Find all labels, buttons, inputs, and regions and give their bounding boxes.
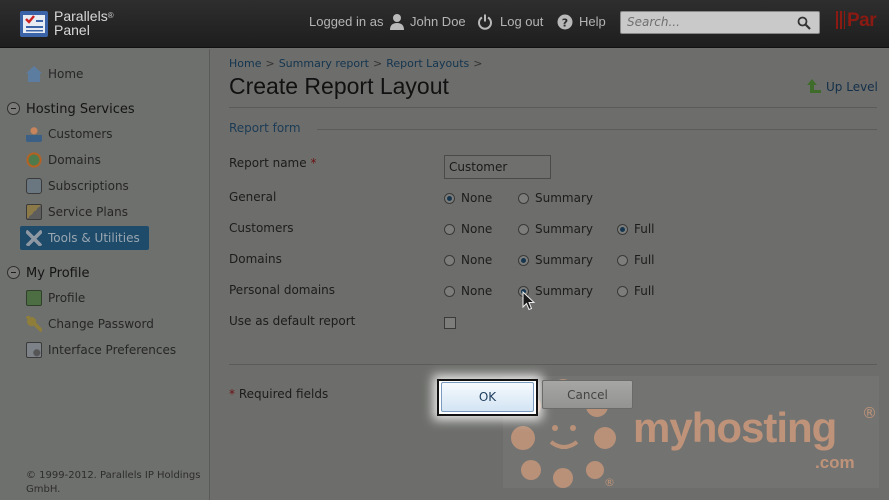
mouse-cursor-icon [522,291,536,311]
watermark-registered-mark: ® [862,404,877,422]
user-name[interactable]: John Doe [410,14,466,29]
watermark-dotcom: .com [815,453,855,472]
customers-full-radio[interactable]: Full [617,222,655,236]
search-input[interactable] [627,15,787,29]
subscription-icon [26,178,42,194]
customers-summary-radio[interactable]: Summary [518,222,593,236]
use-default-label: Use as default report [229,314,356,328]
parallels-logo-icon[interactable] [19,9,49,39]
customer-icon [26,126,42,142]
key-icon [26,316,42,332]
breadcrumb: Home > Summary report > Report Layouts > [229,57,487,70]
help-icon[interactable]: ? [557,14,573,30]
up-level-link[interactable]: Up Level [807,79,878,94]
personal-domains-label: Personal domains [229,283,336,297]
sidebar-item-change-password[interactable]: Change Password [26,313,154,335]
breadcrumb-separator: > [473,57,483,70]
general-label: General [229,190,277,204]
globe-icon [26,152,42,168]
general-none-radio[interactable]: None [444,191,492,205]
watermark-registered-mark: ® [604,476,615,489]
report-name-label: Report name * [229,156,317,170]
service-plan-icon [26,204,42,220]
profile-card-icon [26,290,42,306]
watermark-text: myhosting [633,404,837,451]
report-name-input[interactable] [444,155,551,179]
required-mark: * [310,156,317,170]
sidebar-group-my-profile[interactable]: My Profile [7,266,89,281]
breadcrumb-home[interactable]: Home [229,57,261,70]
sidebar-item-subscriptions[interactable]: Subscriptions [26,175,129,197]
sidebar-item-service-plans[interactable]: Service Plans [26,201,128,223]
breadcrumb-summary-report[interactable]: Summary report [279,57,369,70]
domains-summary-radio[interactable]: Summary [518,253,593,267]
divider [229,364,877,365]
logout-link[interactable]: Log out [500,14,543,29]
form-legend: Report form [229,121,301,135]
general-summary-radio[interactable]: Summary [518,191,593,205]
sidebar-item-tools-utilities[interactable]: Tools & Utilities [20,226,149,250]
preferences-icon [26,342,42,358]
domains-none-radio[interactable]: None [444,253,492,267]
use-default-checkbox[interactable] [444,317,456,329]
divider [229,107,877,108]
customers-none-radio[interactable]: None [444,222,492,236]
sidebar-item-interface-preferences[interactable]: Interface Preferences [26,339,176,361]
search-icon[interactable] [797,16,811,30]
user-icon [390,14,404,30]
help-link[interactable]: Help [579,14,606,29]
domains-label: Domains [229,252,282,266]
sidebar-group-hosting-services[interactable]: Hosting Services [7,102,135,117]
divider [317,129,877,130]
breadcrumb-separator: > [265,57,275,70]
svg-text:?: ? [562,17,568,30]
parallels-brand-mark: Par [836,10,877,32]
brand-name: Parallels® Panel [54,8,114,38]
top-bar: Parallels® Panel Logged in as John Doe L… [0,0,889,48]
up-level-arrow-icon [807,79,821,93]
domains-full-radio[interactable]: Full [617,253,655,267]
personal-domains-none-radio[interactable]: None [444,284,492,298]
breadcrumb-separator: > [372,57,383,70]
sidebar-item-home[interactable]: Home [26,63,83,85]
copyright-notice: © 1999-2012. Parallels IP Holdings GmbH. [26,470,201,495]
search-box [620,11,820,34]
power-icon[interactable] [477,14,493,30]
breadcrumb-report-layouts[interactable]: Report Layouts [386,57,469,70]
logged-in-label: Logged in as [309,14,384,29]
personal-domains-full-radio[interactable]: Full [617,284,655,298]
collapse-icon[interactable] [7,102,20,115]
sidebar: Home Hosting Services Customers Domains … [0,49,210,500]
required-fields-note: * Required fields [229,387,329,401]
tools-icon [26,230,42,246]
ok-button[interactable]: OK [441,382,534,412]
collapse-icon[interactable] [7,266,20,279]
sidebar-item-profile[interactable]: Profile [26,287,85,309]
home-icon [26,66,42,82]
customers-label: Customers [229,221,294,235]
sidebar-item-domains[interactable]: Domains [26,149,101,171]
page-title: Create Report Layout [229,73,449,99]
sidebar-item-customers[interactable]: Customers [26,123,113,145]
cancel-button[interactable]: Cancel [542,380,633,409]
